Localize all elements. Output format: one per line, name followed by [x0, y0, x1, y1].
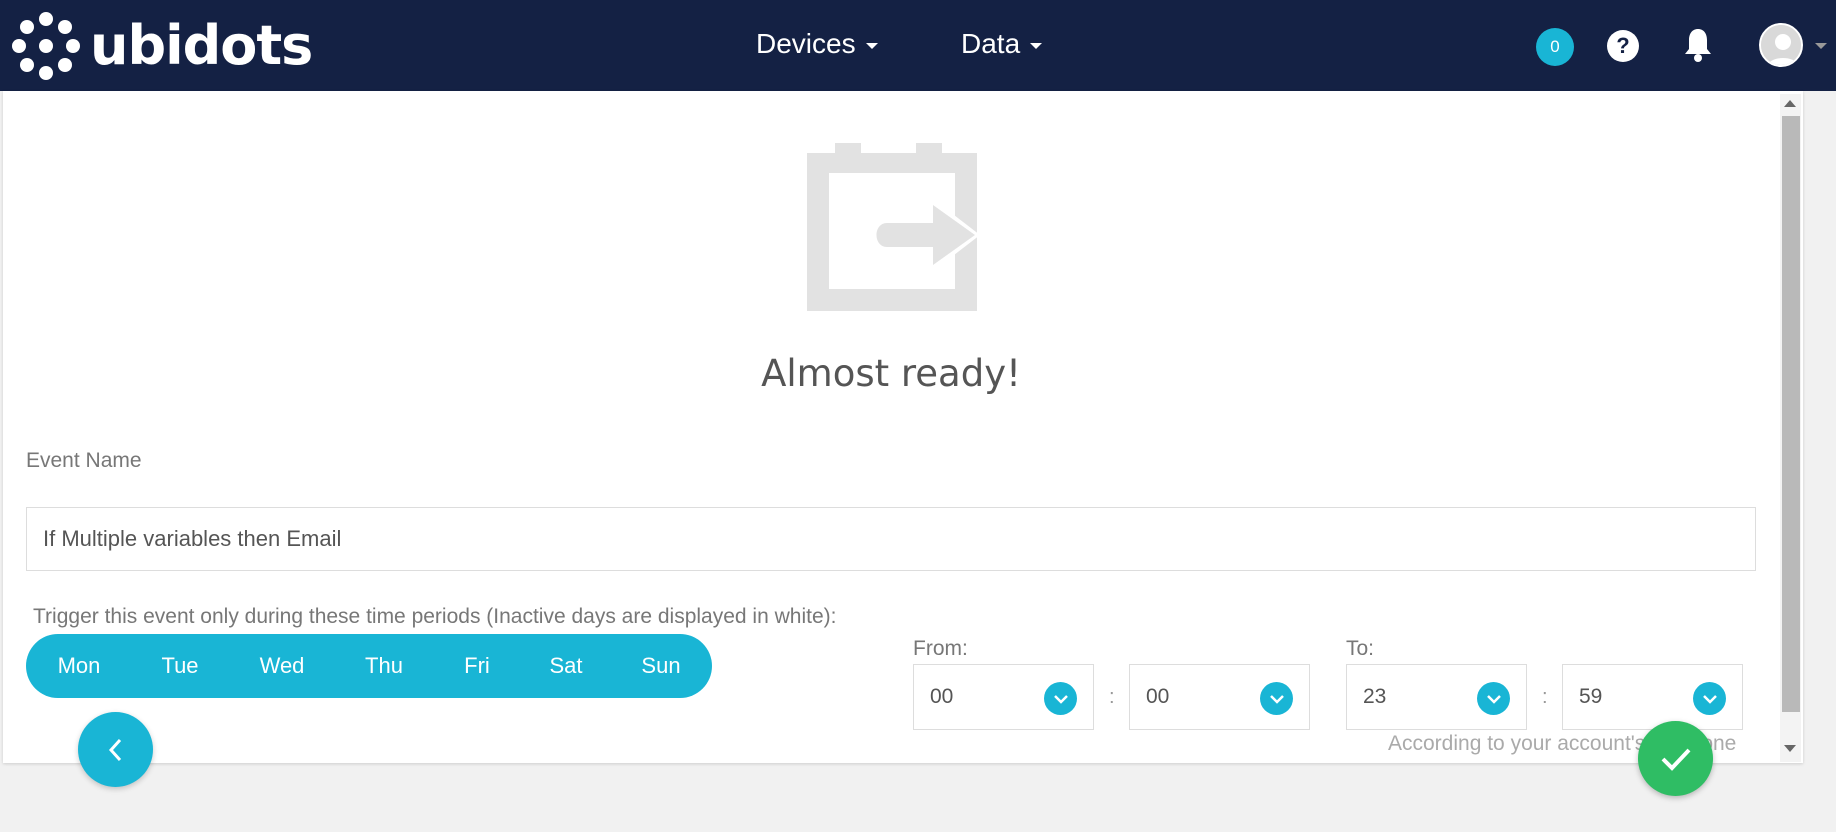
scroll-up-arrow-icon[interactable]	[1784, 100, 1796, 107]
from-minute-value: 00	[1146, 685, 1170, 708]
to-minute-select[interactable]: 59	[1562, 664, 1743, 730]
day-toggle-fri[interactable]: Fri	[464, 634, 490, 698]
chevron-down-icon	[1030, 43, 1043, 49]
ubidots-logo[interactable]: ubidots	[12, 12, 313, 80]
chevron-down-icon[interactable]	[1815, 43, 1827, 49]
chevron-down-icon[interactable]	[1477, 682, 1510, 715]
day-selector: Mon Tue Wed Thu Fri Sat Sun	[26, 634, 712, 698]
day-toggle-wed[interactable]: Wed	[260, 634, 305, 698]
to-hour-select[interactable]: 23	[1346, 664, 1527, 730]
day-toggle-sun[interactable]: Sun	[641, 634, 680, 698]
chevron-down-icon	[865, 43, 878, 49]
day-toggle-mon[interactable]: Mon	[58, 634, 101, 698]
trigger-period-label: Trigger this event only during these tim…	[33, 605, 837, 628]
scroll-down-arrow-icon[interactable]	[1784, 745, 1796, 752]
day-toggle-sat[interactable]: Sat	[549, 634, 582, 698]
logo-wordmark: ubidots	[90, 14, 313, 77]
chevron-down-icon[interactable]	[1260, 682, 1293, 715]
from-minute-select[interactable]: 00	[1129, 664, 1310, 730]
chevron-left-icon	[108, 738, 121, 761]
from-colon: :	[1109, 686, 1115, 708]
event-name-input[interactable]: If Multiple variables then Email	[26, 507, 1756, 571]
nav-data-label: Data	[961, 28, 1021, 59]
page-title: Almost ready!	[761, 352, 1021, 395]
chevron-down-icon[interactable]	[1044, 682, 1077, 715]
nav-data-menu[interactable]: Data	[961, 28, 1043, 60]
event-export-icon	[805, 143, 980, 313]
from-hour-value: 00	[930, 685, 954, 708]
question-circle-icon[interactable]: ?	[1607, 30, 1639, 62]
to-hour-value: 23	[1363, 685, 1387, 708]
scrollbar-thumb[interactable]	[1782, 116, 1800, 712]
nav-devices-menu[interactable]: Devices	[756, 28, 878, 60]
notification-count-badge[interactable]: 0	[1536, 28, 1574, 66]
nav-devices-label: Devices	[756, 28, 856, 59]
day-toggle-tue[interactable]: Tue	[161, 634, 198, 698]
chevron-down-icon[interactable]	[1693, 682, 1726, 715]
logo-dots-icon	[12, 12, 80, 80]
bell-icon[interactable]	[1681, 27, 1715, 63]
check-icon	[1661, 748, 1690, 771]
user-avatar-icon[interactable]	[1759, 23, 1803, 67]
event-name-label: Event Name	[26, 449, 142, 472]
to-label: To:	[1346, 637, 1375, 660]
to-minute-value: 59	[1579, 685, 1603, 708]
top-navbar: ubidots Devices Data 0 ?	[0, 0, 1836, 91]
day-toggle-thu[interactable]: Thu	[365, 634, 403, 698]
confirm-button[interactable]	[1638, 721, 1713, 796]
to-colon: :	[1542, 686, 1548, 708]
from-label: From:	[913, 637, 968, 660]
back-button[interactable]	[78, 712, 153, 787]
from-hour-select[interactable]: 00	[913, 664, 1094, 730]
